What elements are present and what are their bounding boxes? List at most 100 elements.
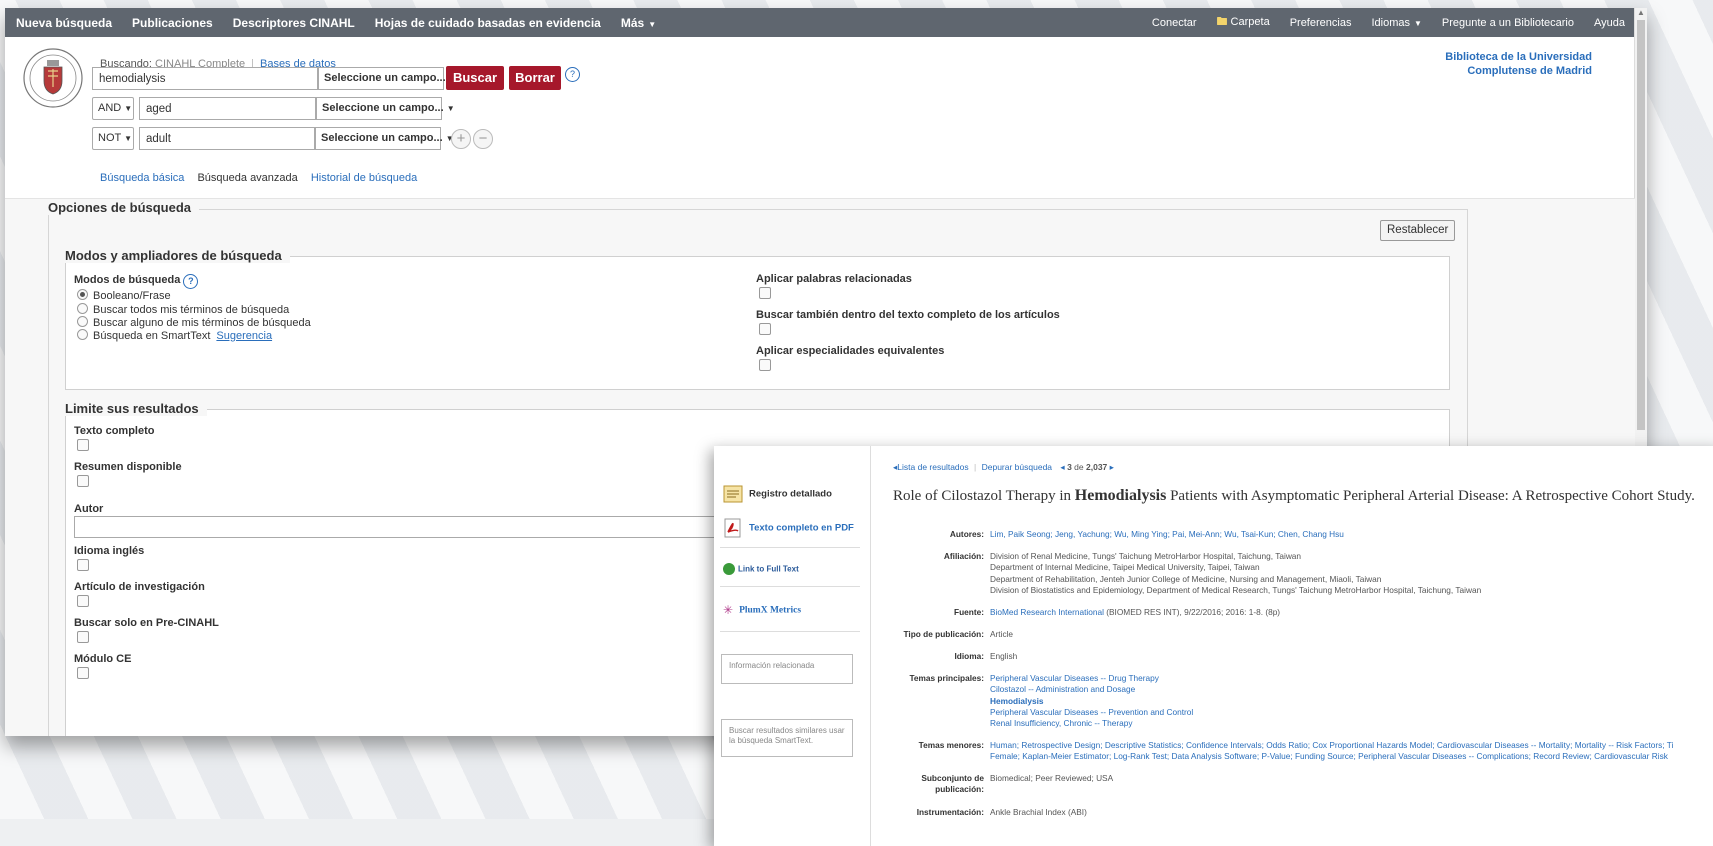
- operator-select-2[interactable]: AND ▼: [92, 97, 134, 120]
- limit-abstract-label: Resumen disponible: [74, 461, 182, 473]
- library-name[interactable]: Biblioteca de la Universidad Complutense…: [1445, 50, 1592, 78]
- clear-button[interactable]: Borrar: [509, 66, 561, 90]
- major-subject-link[interactable]: Cilostazol -- Administration and Dosage: [990, 684, 1193, 695]
- field-select-3-label: Seleccione un campo...: [321, 132, 443, 144]
- radio-all-terms[interactable]: Buscar todos mis términos de búsqueda: [77, 303, 289, 316]
- instrumentation-value: Ankle Brachial Index (ABI): [990, 807, 1087, 817]
- search-history-link[interactable]: Historial de búsqueda: [311, 172, 417, 184]
- major-subject-link[interactable]: Peripheral Vascular Diseases -- Preventi…: [990, 707, 1193, 718]
- chevron-down-icon: ▼: [1413, 18, 1422, 28]
- field-select-1[interactable]: Seleccione un campo... ▼: [318, 67, 457, 90]
- divider: [720, 631, 860, 632]
- radio-smarttext[interactable]: Búsqueda en SmartText Sugerencia: [77, 329, 272, 342]
- nav-connect[interactable]: Conectar: [1152, 17, 1197, 29]
- refine-search-link[interactable]: Depurar búsqueda: [982, 462, 1052, 472]
- limit-pre-cinahl-checkbox[interactable]: [77, 631, 89, 643]
- fulltext-search-label: Buscar también dentro del texto completo…: [756, 309, 1060, 321]
- title-part: Patients with Asymptomatic Peripheral Ar…: [1166, 488, 1695, 504]
- equivalent-subjects-checkbox[interactable]: [759, 359, 771, 371]
- pdf-full-text-item[interactable]: Texto completo en PDF: [723, 518, 854, 538]
- nav-folder[interactable]: 🖿 Carpeta: [1217, 13, 1270, 32]
- nav-ask-librarian[interactable]: Pregunte a un Bibliotecario: [1442, 17, 1574, 29]
- remove-row-icon[interactable]: −: [473, 129, 493, 149]
- fulltext-search-checkbox[interactable]: [759, 323, 771, 335]
- radio-boolean-phrase[interactable]: Booleano/Frase: [77, 289, 171, 302]
- library-line-2: Complutense de Madrid: [1467, 65, 1592, 77]
- link-icon: [723, 563, 735, 575]
- hint-link[interactable]: Sugerencia: [216, 330, 272, 342]
- nav-preferences[interactable]: Preferencias: [1290, 17, 1352, 29]
- related-words-label: Aplicar palabras relacionadas: [756, 273, 912, 285]
- related-words-checkbox[interactable]: [759, 287, 771, 299]
- plumx-metrics-item[interactable]: ✳ PlumX Metrics: [723, 603, 801, 617]
- add-row-icon[interactable]: +: [451, 129, 471, 149]
- affiliation-line: Division of Renal Medicine, Tungs' Taich…: [990, 551, 1302, 561]
- source-link[interactable]: BioMed Research International: [990, 607, 1104, 617]
- help-icon[interactable]: ?: [183, 274, 199, 289]
- previous-record-icon[interactable]: ◂: [1060, 462, 1064, 472]
- nav-cinahl-descriptors[interactable]: Descriptores CINAHL: [233, 16, 355, 30]
- major-subject-link[interactable]: Renal Insufficiency, Chronic -- Therapy: [990, 718, 1193, 729]
- help-icon[interactable]: ?: [565, 67, 580, 82]
- nav-help[interactable]: Ayuda: [1594, 17, 1625, 29]
- search-options-legend: Opciones de búsqueda: [48, 200, 200, 215]
- scrollbar-thumb[interactable]: [1637, 20, 1645, 430]
- scroll-up-icon[interactable]: ▲: [1637, 8, 1645, 17]
- radio-any-terms[interactable]: Buscar alguno de mis términos de búsqued…: [77, 316, 311, 329]
- related-info-label: Información relacionada: [729, 661, 815, 670]
- author-input[interactable]: [74, 516, 716, 538]
- minor-subjects-line[interactable]: Human; Retrospective Design; Descriptive…: [990, 740, 1673, 751]
- link-full-text-item[interactable]: Link to Full Text: [723, 563, 799, 575]
- nav-languages[interactable]: Idiomas ▼: [1371, 17, 1421, 29]
- operator-select-3[interactable]: NOT ▼: [92, 127, 134, 150]
- record-of-label: de: [1074, 462, 1084, 472]
- subset-label-line-1: Subconjunto de: [921, 773, 984, 783]
- nav-publications[interactable]: Publicaciones: [132, 16, 213, 30]
- pdf-full-text-label: Texto completo en PDF: [749, 522, 854, 534]
- major-subject-link[interactable]: Peripheral Vascular Diseases -- Drug The…: [990, 673, 1193, 684]
- major-subject-link[interactable]: Hemodialysis: [990, 696, 1193, 707]
- detailed-record-window: Registro detallado Texto completo en PDF…: [714, 446, 1713, 846]
- authors-value[interactable]: Lim, Paik Seong; Jeng, Yachung; Wu, Ming…: [990, 529, 1344, 539]
- radio-unchecked-icon: [77, 303, 88, 314]
- results-list-link[interactable]: ◂Lista de resultados: [893, 462, 969, 472]
- authors-label: Autores:: [949, 529, 984, 539]
- similar-results-box[interactable]: Buscar resultados similares usar la búsq…: [721, 719, 853, 757]
- basic-search-link[interactable]: Búsqueda básica: [100, 172, 184, 184]
- limit-english-checkbox[interactable]: [77, 559, 89, 571]
- chevron-down-icon: ▼: [124, 134, 133, 143]
- radio-unchecked-icon: [77, 316, 88, 327]
- minor-subjects-line[interactable]: Female; Kaplan-Meier Estimator; Log-Rank…: [990, 751, 1673, 762]
- limit-fulltext-checkbox[interactable]: [77, 439, 89, 451]
- folder-icon: 🖿: [1216, 16, 1228, 28]
- document-icon: [723, 485, 743, 503]
- source-details: (BIOMED RES INT), 9/22/2016; 2016: 1-8. …: [1103, 607, 1281, 617]
- search-term-input-3[interactable]: adult: [139, 127, 315, 150]
- search-button[interactable]: Buscar: [446, 66, 504, 90]
- chevron-down-icon: ▼: [124, 104, 133, 113]
- limit-abstract-checkbox[interactable]: [77, 475, 89, 487]
- nav-new-search[interactable]: Nueva búsqueda: [16, 16, 112, 30]
- record-position: 3: [1067, 462, 1072, 472]
- limit-research-article-checkbox[interactable]: [77, 595, 89, 607]
- detailed-record-label: Registro detallado: [749, 488, 832, 500]
- record-sidebar: Registro detallado Texto completo en PDF…: [714, 446, 871, 846]
- limit-ce-module-checkbox[interactable]: [77, 667, 89, 679]
- field-select-2-label: Seleccione un campo...: [322, 102, 444, 114]
- field-select-3[interactable]: Seleccione un campo... ▼: [315, 127, 454, 150]
- language-value: English: [990, 651, 1018, 661]
- subset-value: Biomedical; Peer Reviewed; USA: [990, 773, 1114, 783]
- limit-pre-cinahl-label: Buscar solo en Pre-CINAHL: [74, 617, 219, 629]
- search-term-input-1[interactable]: hemodialysis: [92, 67, 318, 90]
- nav-more-menu[interactable]: Más ▼: [621, 16, 656, 30]
- next-record-icon[interactable]: ▸: [1110, 462, 1114, 472]
- search-modes-label: Modos de búsqueda ?: [74, 273, 199, 289]
- detailed-record-item[interactable]: Registro detallado: [723, 485, 832, 503]
- field-select-2[interactable]: Seleccione un campo... ▼: [316, 97, 455, 120]
- divider: [720, 547, 860, 548]
- search-term-input-2[interactable]: aged: [139, 97, 316, 120]
- related-info-box: Información relacionada: [721, 654, 853, 684]
- reset-button[interactable]: Restablecer: [1380, 220, 1456, 241]
- nav-evidence-care-sheets[interactable]: Hojas de cuidado basadas en evidencia: [375, 16, 601, 30]
- pubtype-value: Article: [990, 629, 1014, 639]
